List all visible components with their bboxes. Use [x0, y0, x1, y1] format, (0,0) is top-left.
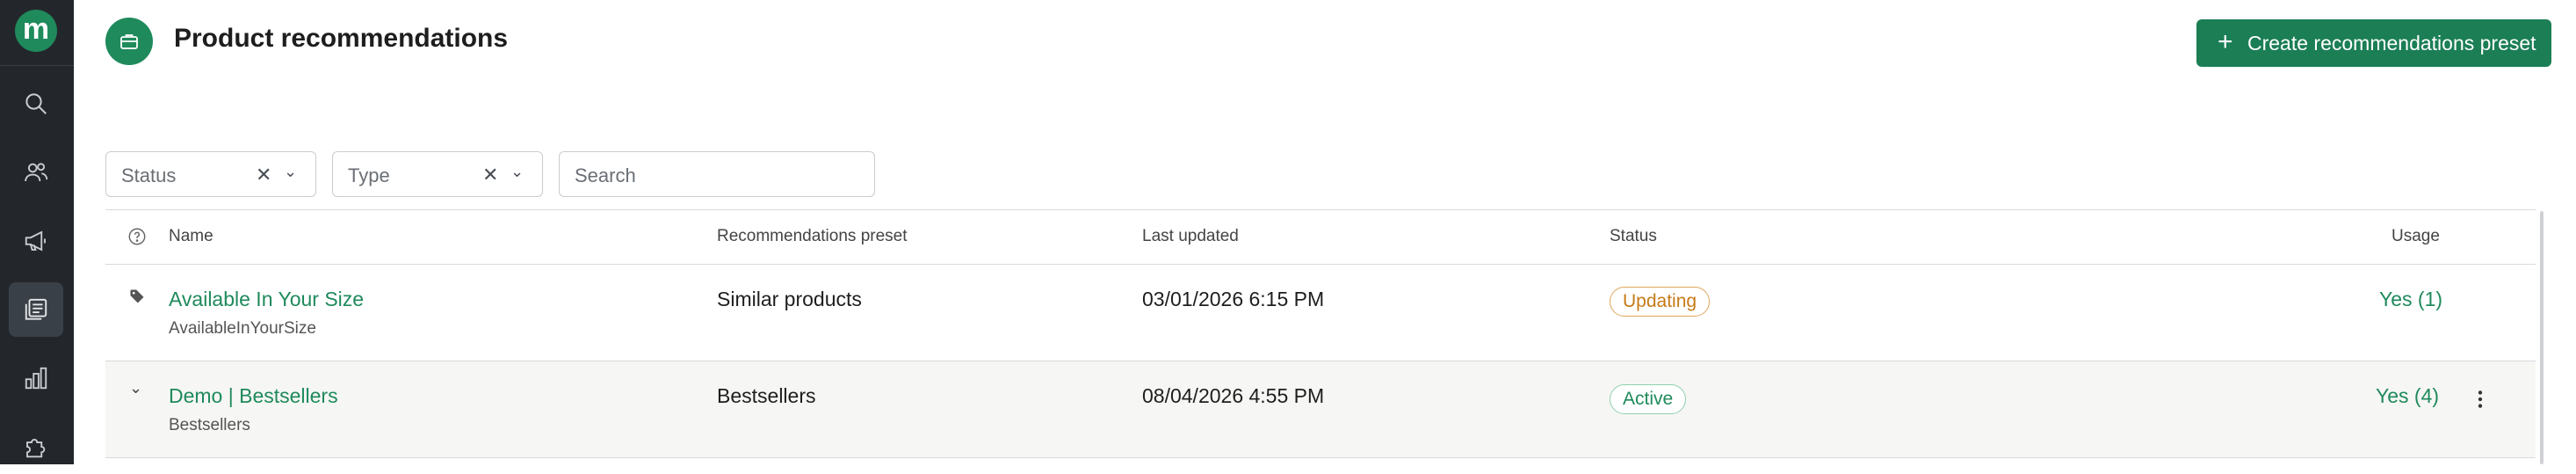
- status-badge: Updating: [1610, 287, 1711, 317]
- type-filter-placeholder: Type: [348, 164, 390, 186]
- search-icon: [25, 93, 47, 114]
- megaphone-icon: [25, 230, 46, 252]
- status-filter-placeholder: Status: [121, 164, 177, 186]
- page-icon: [105, 18, 153, 65]
- table-row[interactable]: Available In Your Size AvailableInYourSi…: [105, 265, 2536, 361]
- status-clear-icon[interactable]: ✕: [256, 164, 271, 186]
- help-icon[interactable]: [127, 227, 147, 246]
- search-placeholder: Search: [575, 164, 636, 186]
- search-input[interactable]: Search: [559, 151, 875, 197]
- row-preset: Similar products: [717, 288, 862, 310]
- briefcase-icon: [120, 34, 138, 49]
- status-filter[interactable]: Status ✕ ⌄: [105, 151, 316, 197]
- status-badge: Active: [1610, 384, 1687, 414]
- column-header-name[interactable]: Name: [169, 227, 213, 246]
- sidebar-item-analytics[interactable]: [9, 351, 63, 405]
- row-last-updated: 08/04/2026 4:55 PM: [1142, 384, 1325, 407]
- sidebar-item-content[interactable]: [9, 282, 63, 337]
- sidebar-item-campaigns[interactable]: [9, 214, 63, 268]
- sidebar-item-search[interactable]: [9, 77, 63, 131]
- create-button-label: Create recommendations preset: [2247, 32, 2536, 55]
- table-top-border: [105, 209, 2536, 210]
- row-id: AvailableInYourSize: [169, 319, 316, 338]
- row-usage-link[interactable]: Yes (1): [2379, 288, 2442, 311]
- type-chevron-down-icon[interactable]: ⌄: [510, 163, 524, 181]
- app-logo[interactable]: m: [15, 10, 57, 52]
- column-header-updated[interactable]: Last updated: [1142, 227, 1239, 246]
- page-title: Product recommendations: [174, 24, 509, 53]
- column-header-usage[interactable]: Usage: [2391, 227, 2440, 246]
- plus-icon: +: [2218, 27, 2233, 56]
- content-icon: [25, 298, 47, 320]
- status-chevron-down-icon[interactable]: ⌄: [284, 163, 297, 181]
- row-preset: Bestsellers: [717, 384, 816, 407]
- sidebar-item-users[interactable]: [9, 145, 63, 200]
- row-usage-link[interactable]: Yes (4): [2376, 384, 2439, 408]
- expand-chevron-icon[interactable]: ⌄: [129, 379, 142, 397]
- table-row[interactable]: ⌄ Demo | Bestsellers Bestsellers Bestsel…: [105, 361, 2536, 457]
- row-last-updated: 03/01/2026 6:15 PM: [1142, 288, 1325, 310]
- column-header-status[interactable]: Status: [1610, 227, 1657, 246]
- column-header-preset[interactable]: Recommendations preset: [717, 227, 908, 246]
- bar-chart-icon: [25, 367, 47, 390]
- create-recommendations-preset-button[interactable]: + Create recommendations preset: [2196, 19, 2551, 67]
- row-id: Bestsellers: [169, 416, 250, 434]
- row-name-link[interactable]: Demo | Bestsellers: [169, 384, 338, 408]
- row-divider: [105, 457, 2536, 458]
- sidebar-divider: [0, 65, 74, 66]
- type-clear-icon[interactable]: ✕: [482, 164, 498, 186]
- scrollbar[interactable]: [2540, 211, 2543, 464]
- sidebar-item-integrations[interactable]: [9, 419, 63, 474]
- sidebar: m: [0, 0, 74, 464]
- row-name-link[interactable]: Available In Your Size: [169, 288, 364, 311]
- type-filter[interactable]: Type ✕ ⌄: [332, 151, 543, 197]
- more-options-icon[interactable]: [2471, 388, 2490, 411]
- users-icon: [25, 163, 48, 182]
- tag-icon: [130, 289, 144, 303]
- puzzle-icon: [26, 439, 46, 458]
